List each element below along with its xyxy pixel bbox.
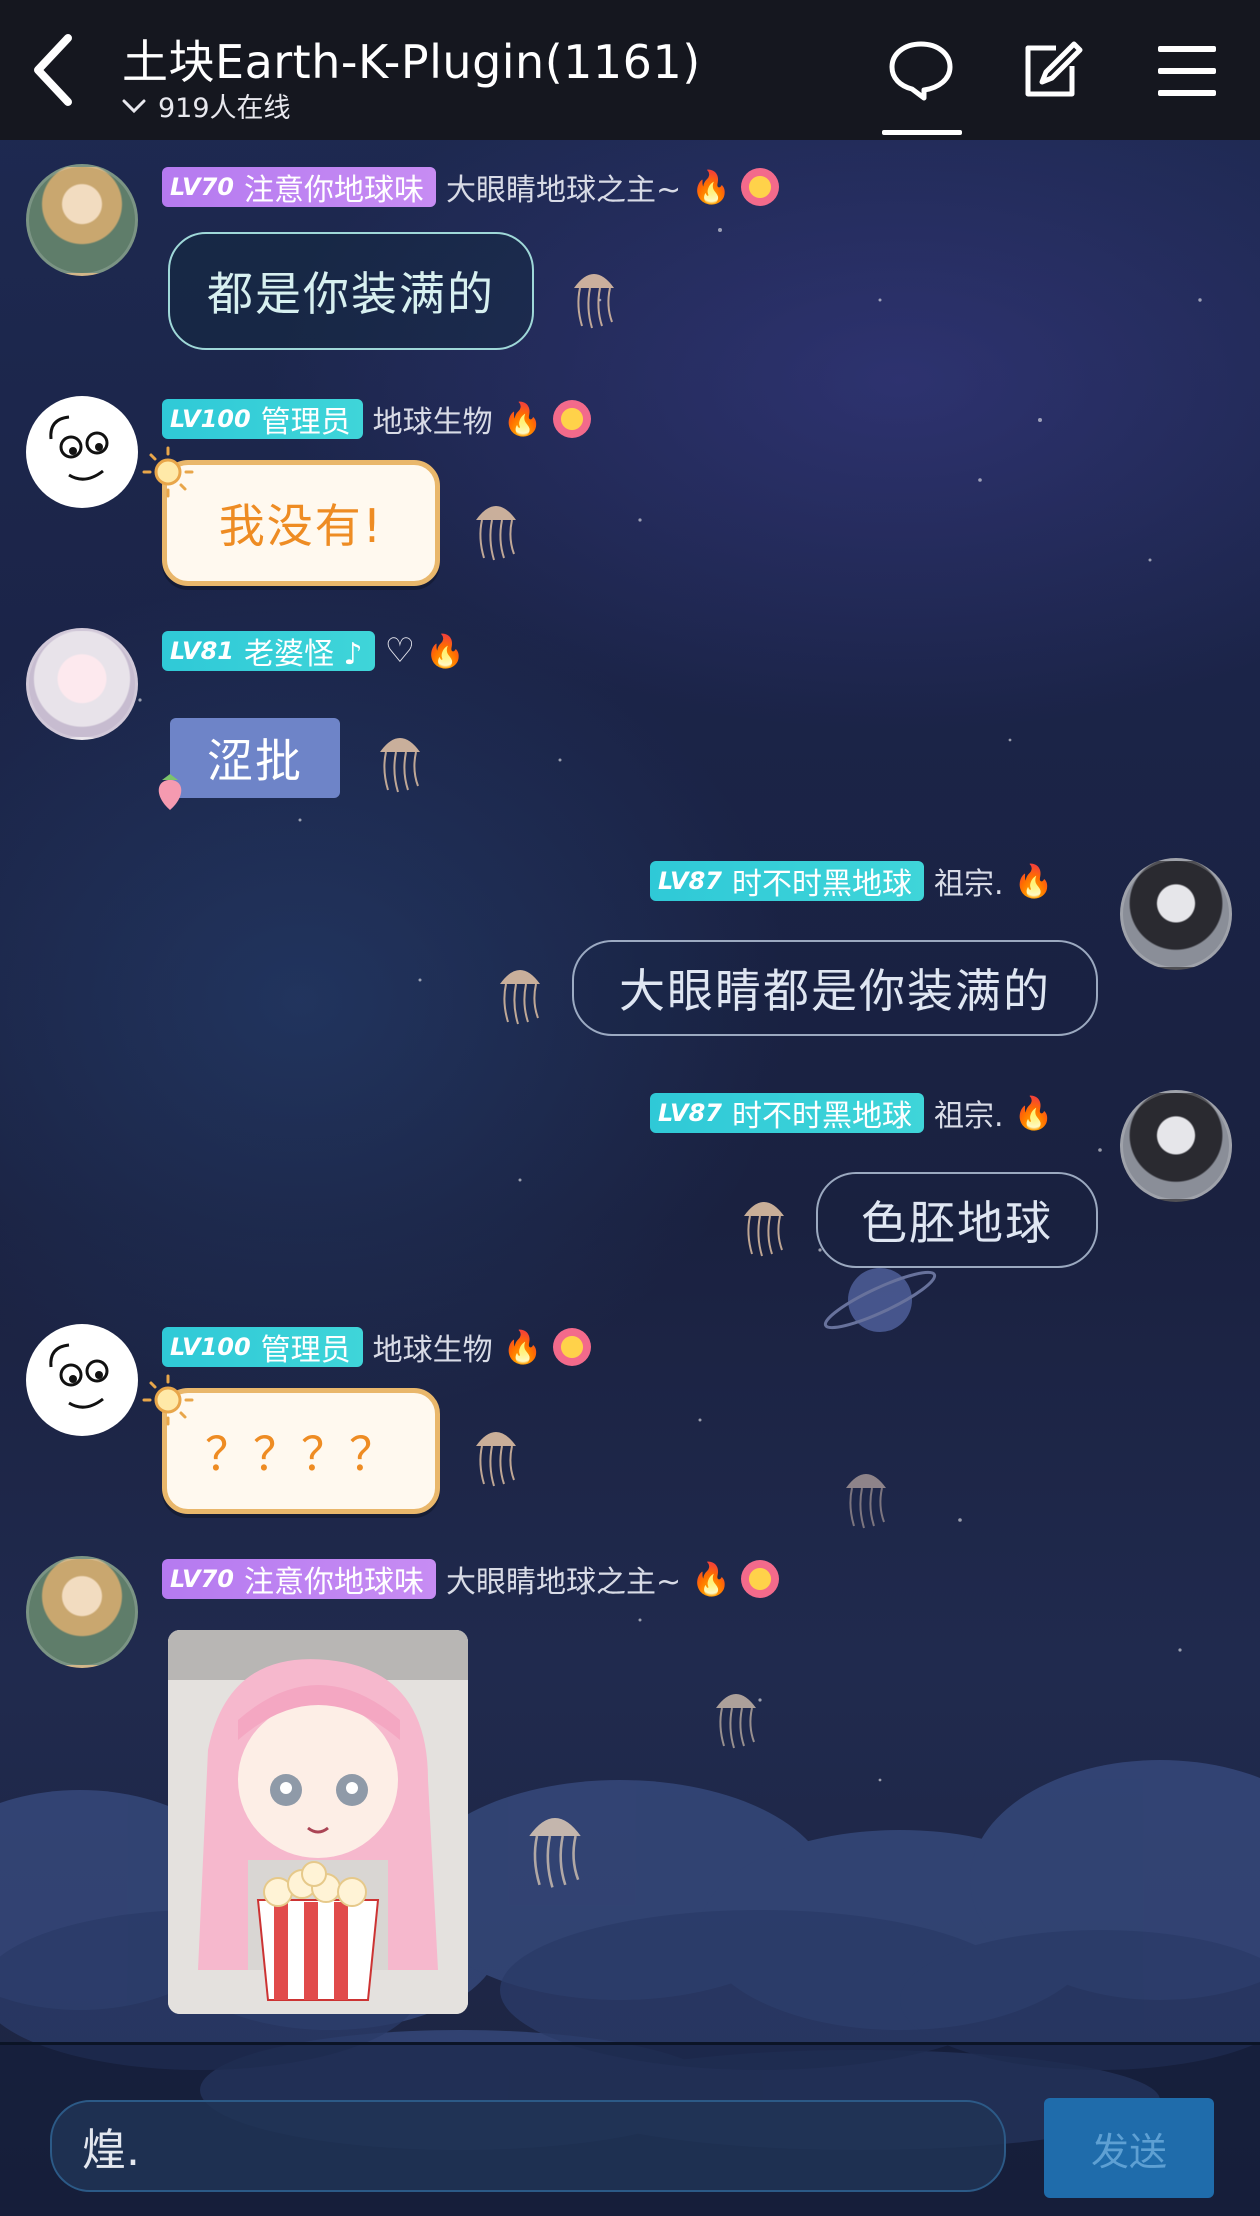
username[interactable]: 地球生物 bbox=[373, 1325, 493, 1369]
message-bubble[interactable]: ？？？？ bbox=[162, 1388, 440, 1514]
group-title: 土块Earth-K-Plugin(1161) bbox=[122, 35, 701, 89]
flame-icon: 🔥 bbox=[1013, 1094, 1054, 1132]
username[interactable]: 大眼睛地球之主~ bbox=[446, 1557, 681, 1601]
message-meta: LV70 注意你地球味 大眼睛地球之主~ 🔥 bbox=[162, 166, 779, 208]
flame-icon: 🔥 bbox=[502, 400, 543, 438]
top-bar: 土块Earth-K-Plugin(1161) 919人在线 bbox=[0, 0, 1260, 140]
avatar[interactable] bbox=[26, 1556, 138, 1668]
chevron-down-icon bbox=[122, 99, 146, 113]
level-badge: LV100 管理员 bbox=[162, 1327, 363, 1368]
anime-girl-popcorn-sticker bbox=[168, 1630, 468, 2014]
message-bubble[interactable]: 都是你装满的 bbox=[168, 232, 534, 350]
avatar[interactable] bbox=[26, 628, 138, 740]
flame-icon: 🔥 bbox=[1013, 862, 1054, 900]
sticker-image[interactable] bbox=[168, 1630, 468, 2014]
sun-decoration-icon bbox=[142, 446, 194, 498]
message-meta: LV87 时不时黑地球 祖宗. 🔥 bbox=[650, 860, 1053, 902]
send-button[interactable]: 发送 bbox=[1044, 2098, 1214, 2198]
flame-icon: 🔥 bbox=[425, 632, 465, 670]
avatar[interactable] bbox=[26, 164, 138, 276]
avatar[interactable] bbox=[1120, 1090, 1232, 1202]
jellyfish-decoration-icon bbox=[476, 1432, 516, 1487]
message-meta: LV87 时不时黑地球 祖宗. 🔥 bbox=[650, 1092, 1053, 1134]
message-meta: LV81 老婆怪 ♪ ♡ 🔥 bbox=[162, 630, 465, 672]
heart-icon: ♡ bbox=[384, 631, 416, 671]
meme-face-icon bbox=[49, 1343, 109, 1409]
active-tab-indicator bbox=[882, 130, 962, 135]
jellyfish-decoration-icon bbox=[846, 1474, 886, 1529]
avatar[interactable] bbox=[26, 1324, 138, 1436]
flame-icon: 🔥 bbox=[691, 1560, 731, 1598]
jellyfish-decoration-icon bbox=[380, 738, 420, 793]
message-input[interactable]: 煌. bbox=[50, 2100, 1006, 2192]
strawberry-icon bbox=[158, 774, 182, 810]
username[interactable]: 祖宗. bbox=[934, 1091, 1004, 1135]
flower-icon bbox=[740, 1560, 779, 1598]
level-badge: LV87 时不时黑地球 bbox=[650, 1093, 924, 1134]
message-bubble[interactable]: 色胚地球 bbox=[816, 1172, 1098, 1268]
flower-icon bbox=[552, 1328, 591, 1366]
username[interactable]: 大眼睛地球之主~ bbox=[446, 165, 681, 209]
meme-face-icon bbox=[49, 415, 109, 481]
message-meta: LV100 管理员 地球生物 🔥 bbox=[162, 1326, 591, 1368]
flower-icon bbox=[740, 168, 779, 206]
jellyfish-decoration-icon bbox=[500, 970, 540, 1025]
message-bubble[interactable]: 涩批 bbox=[170, 718, 340, 798]
jellyfish-decoration-icon bbox=[574, 274, 614, 329]
message-meta: LV70 注意你地球味 大眼睛地球之主~ 🔥 bbox=[162, 1558, 779, 1600]
flame-icon: 🔥 bbox=[502, 1328, 543, 1366]
back-chevron-icon[interactable] bbox=[24, 30, 84, 110]
flower-icon bbox=[552, 400, 591, 438]
level-badge: LV70 注意你地球味 bbox=[162, 1559, 436, 1600]
edit-icon[interactable] bbox=[1016, 36, 1086, 106]
message-bubble[interactable]: 大眼睛都是你装满的 bbox=[572, 940, 1098, 1036]
username[interactable]: 祖宗. bbox=[934, 859, 1004, 903]
online-count[interactable]: 919人在线 bbox=[122, 86, 291, 125]
level-badge: LV100 管理员 bbox=[162, 399, 363, 440]
sun-decoration-icon bbox=[142, 1374, 194, 1426]
menu-icon[interactable] bbox=[1152, 36, 1222, 106]
message-meta: LV100 管理员 地球生物 🔥 bbox=[162, 398, 591, 440]
level-badge: LV87 时不时黑地球 bbox=[650, 861, 924, 902]
jellyfish-decoration-icon bbox=[529, 1818, 581, 1888]
username[interactable]: 地球生物 bbox=[373, 397, 493, 441]
chat-bubble-icon[interactable] bbox=[886, 36, 956, 106]
flame-icon: 🔥 bbox=[691, 168, 731, 206]
avatar[interactable] bbox=[1120, 858, 1232, 970]
avatar[interactable] bbox=[26, 396, 138, 508]
level-badge: LV70 注意你地球味 bbox=[162, 167, 436, 208]
jellyfish-decoration-icon bbox=[476, 506, 516, 561]
online-count-label: 919人在线 bbox=[158, 93, 291, 124]
message-bubble[interactable]: 我没有! bbox=[162, 460, 440, 586]
level-badge: LV81 老婆怪 ♪ bbox=[162, 631, 375, 672]
jellyfish-decoration-icon bbox=[716, 1694, 756, 1749]
jellyfish-decoration-icon bbox=[744, 1202, 784, 1257]
